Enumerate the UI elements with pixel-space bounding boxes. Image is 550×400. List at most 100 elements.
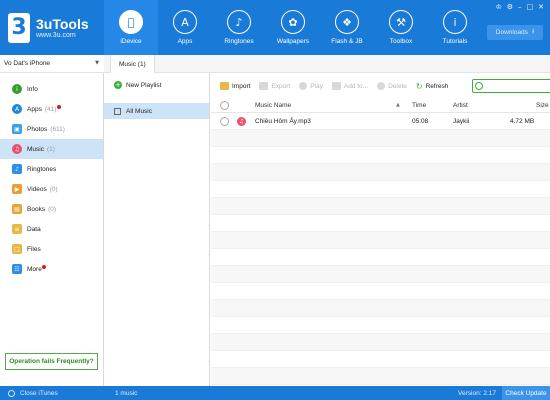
sidebar-item-books[interactable]: ▤ Books (0) — [0, 199, 103, 219]
operation-fails-button[interactable]: Operation fails Frequently? — [5, 353, 98, 370]
settings-icon[interactable]: ⚙ — [507, 3, 513, 11]
folder-export-icon — [259, 82, 269, 90]
logo-mark-icon: 3 — [8, 12, 30, 43]
check-update-button[interactable]: Check Update — [502, 386, 550, 400]
download-icon: ⭳ — [531, 27, 535, 35]
sidebar-item-count: (611) — [50, 125, 65, 133]
empty-row — [211, 266, 550, 283]
nav-toolbox[interactable]: ⚒ Toolbox — [374, 0, 428, 55]
app-logo: 3 3uTools www.3u.com — [0, 0, 104, 55]
device-selector[interactable]: Vo Dat's iPhone ▼ — [0, 55, 104, 73]
sidebar-item-label: Books — [27, 205, 46, 213]
nav-label: Ringtones — [224, 38, 254, 45]
version-label: Version: 2.17 — [458, 389, 496, 397]
sidebar-item-label: Photos — [27, 125, 48, 133]
export-button[interactable]: Export — [259, 82, 290, 90]
main-nav:  iDevice A Apps ♪ Ringtones ✿ Wallpaper… — [104, 0, 482, 55]
empty-row — [211, 351, 550, 368]
add-to-label: Add to... — [343, 82, 369, 90]
empty-row — [211, 300, 550, 317]
empty-row — [211, 232, 550, 249]
table-header: Music Name ▲ Time Artist Size — [211, 97, 550, 113]
nav-ringtones[interactable]: ♪ Ringtones — [212, 0, 266, 55]
play-button[interactable]: Play — [299, 82, 323, 90]
dropbox-icon: ❖ — [335, 10, 359, 34]
music-size: 4.72 MB — [510, 117, 535, 125]
app-name: 3uTools — [36, 15, 89, 32]
col-music-name[interactable]: Music Name — [255, 97, 291, 113]
apple-icon:  — [119, 10, 143, 34]
playlist-label: All Music — [126, 107, 153, 115]
sidebar-item-label: Info — [27, 85, 38, 93]
videos-icon: ▶ — [12, 184, 22, 194]
music-count: 1 music — [115, 389, 138, 397]
music-table: ♫ Chiều Hôm Ấy.mp3 05:08 Jaykii 4.72 MB — [211, 113, 550, 386]
sidebar-item-label: Apps — [27, 105, 42, 113]
add-to-button[interactable]: Add to... — [331, 82, 369, 90]
nav-flash-jb[interactable]: ❖ Flash & JB — [320, 0, 374, 55]
sidebar-item-apps[interactable]: A Apps (41) — [0, 99, 103, 119]
skin-icon[interactable]: ♔ — [495, 3, 501, 11]
info-icon: i — [12, 84, 22, 94]
add-to-icon — [331, 82, 341, 90]
music-toolbar: Import Export Play Add to... Delete ↻ Re… — [211, 77, 550, 95]
sidebar-item-label: Music — [27, 145, 44, 153]
radio-icon — [8, 389, 15, 397]
sidebar-item-videos[interactable]: ▶ Videos (0) — [0, 179, 103, 199]
music-file-icon: ♫ — [237, 116, 246, 126]
search-icon — [475, 82, 483, 90]
sidebar-item-music[interactable]: ♫ Music (1) — [0, 139, 103, 159]
sidebar-item-count: (0) — [49, 185, 58, 193]
downloads-button[interactable]: Downloads ⭳ — [487, 25, 543, 40]
notification-dot — [42, 265, 46, 269]
import-label: Import — [232, 82, 251, 90]
row-checkbox[interactable] — [220, 113, 229, 129]
nav-apps[interactable]: A Apps — [158, 0, 212, 55]
sidebar-item-label: Videos — [27, 185, 47, 193]
ringtones-icon: ♪ — [12, 164, 22, 174]
play-label: Play — [310, 82, 323, 90]
delete-icon — [377, 82, 386, 90]
select-all-checkbox[interactable] — [220, 97, 229, 113]
nav-label: Apps — [177, 38, 193, 45]
playlist-item-all-music[interactable]: All Music — [104, 103, 209, 119]
photos-icon: ▣ — [12, 124, 22, 134]
nav-tutorials[interactable]: i Tutorials — [428, 0, 482, 55]
delete-button[interactable]: Delete — [377, 82, 407, 90]
sidebar-item-data[interactable]: ≡ Data — [0, 219, 103, 239]
sidebar-item-info[interactable]: i Info — [0, 79, 103, 99]
import-button[interactable]: Import — [220, 82, 250, 90]
playlist-pane: + New Playlist All Music — [104, 73, 210, 386]
sidebar-item-count: (1) — [46, 145, 55, 153]
sidebar-item-photos[interactable]: ▣ Photos (611) — [0, 119, 103, 139]
minimize-icon[interactable]: – — [518, 3, 522, 11]
tab-music[interactable]: Music (1) — [110, 55, 155, 73]
app-url: www.3u.com — [36, 31, 76, 39]
nav-idevice[interactable]:  iDevice — [104, 0, 158, 55]
sidebar-item-more[interactable]: ☷ More — [0, 259, 103, 279]
refresh-button[interactable]: ↻ Refresh — [416, 82, 448, 91]
close-itunes-toggle[interactable]: Close iTunes — [8, 386, 58, 400]
nav-wallpapers[interactable]: ✿ Wallpapers — [266, 0, 320, 55]
window-controls: ♔ ⚙ – □ ✕ — [495, 3, 544, 11]
sidebar-item-ringtones[interactable]: ♪ Ringtones — [0, 159, 103, 179]
music-name: Chiều Hôm Ấy.mp3 — [255, 117, 311, 125]
col-size[interactable]: Size — [536, 97, 549, 113]
search-input[interactable] — [472, 79, 550, 93]
sidebar-item-files[interactable]: □ Files — [0, 239, 103, 259]
col-time[interactable]: Time — [412, 97, 426, 113]
nav-label: Tutorials — [442, 38, 468, 45]
new-playlist-button[interactable]: + New Playlist — [104, 73, 209, 97]
maximize-icon[interactable]: □ — [527, 3, 534, 11]
col-artist[interactable]: Artist — [453, 97, 468, 113]
empty-row — [211, 215, 550, 232]
sort-arrow-icon: ▲ — [396, 102, 400, 108]
nav-label: Toolbox — [389, 38, 413, 45]
close-icon[interactable]: ✕ — [538, 3, 544, 11]
table-row[interactable]: ♫ Chiều Hôm Ấy.mp3 05:08 Jaykii 4.72 MB — [211, 113, 550, 130]
tab-strip: Music (1) — [104, 55, 550, 73]
empty-row — [211, 334, 550, 351]
empty-row — [211, 130, 550, 147]
files-icon: □ — [12, 244, 22, 254]
nav-label: iDevice — [120, 38, 142, 45]
